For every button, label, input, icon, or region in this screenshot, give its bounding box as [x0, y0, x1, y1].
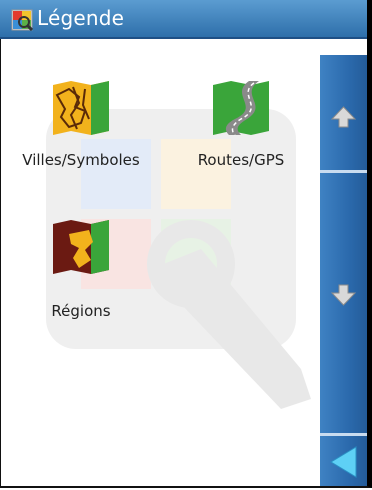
item-villes-symboles[interactable]: Villes/Symboles: [1, 75, 161, 169]
scroll-up-button[interactable]: [320, 55, 367, 170]
cities-map-icon: [53, 81, 109, 135]
back-arrow-icon: [330, 446, 357, 478]
item-label: Régions: [51, 302, 111, 320]
scrollbar[interactable]: [320, 55, 367, 486]
item-label: Routes/GPS: [197, 151, 285, 169]
arrow-down-icon: [330, 284, 357, 306]
arrow-up-icon: [330, 106, 357, 128]
back-button[interactable]: [320, 436, 367, 486]
window-title: Légende: [37, 6, 125, 30]
regions-map-icon: [53, 220, 109, 274]
title-bar: Légende: [0, 0, 367, 39]
item-label: Villes/Symboles: [22, 151, 140, 169]
item-routes-gps[interactable]: Routes/GPS: [171, 75, 311, 169]
scroll-down-button[interactable]: [320, 173, 367, 433]
content-area: Villes/Symboles Routes/GPS Régions: [1, 39, 317, 486]
roads-icon: [213, 81, 269, 136]
legend-map-icon: [11, 9, 33, 31]
item-regions[interactable]: Régions: [16, 214, 146, 320]
